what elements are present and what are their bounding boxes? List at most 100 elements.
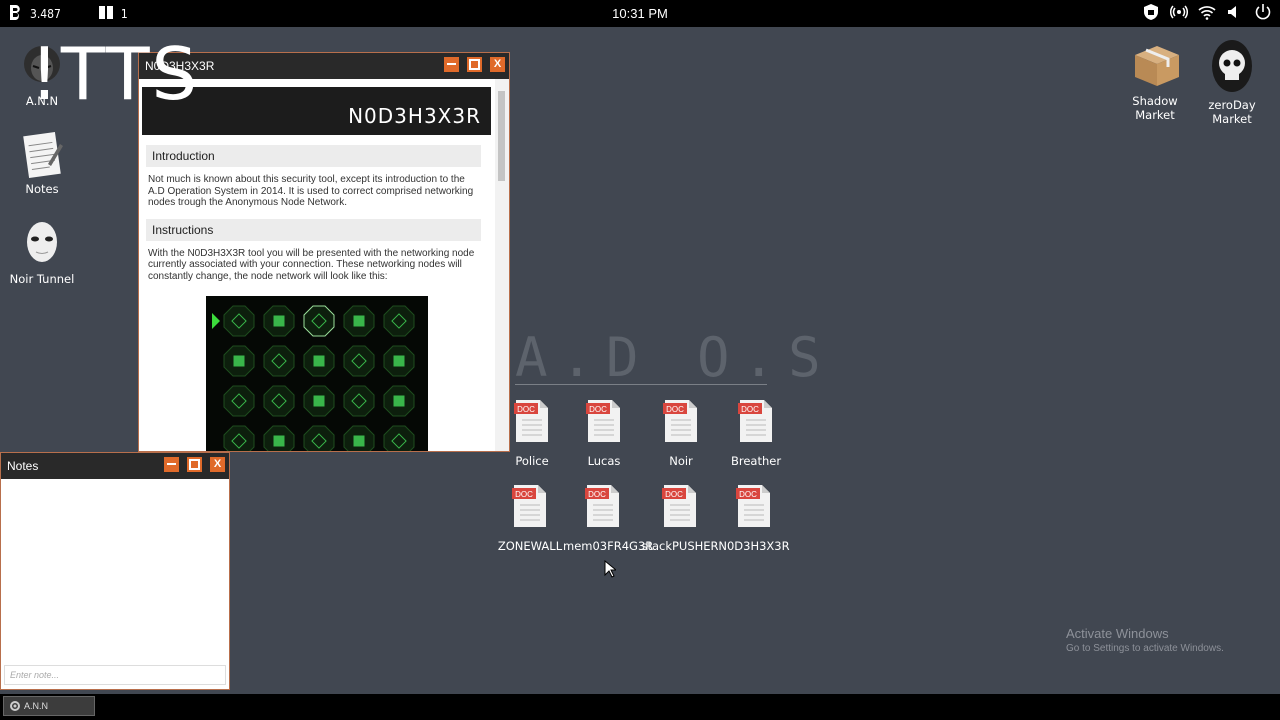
taskbar-item-label: A.N.N <box>24 701 49 711</box>
doc-file-icon: DOC <box>585 483 621 529</box>
maximize-button[interactable] <box>467 57 482 72</box>
skull-icon <box>1208 38 1256 94</box>
network-node <box>263 385 294 417</box>
ados-logo: A.D O.S <box>515 326 834 389</box>
doc-file-icon: DOC <box>736 483 772 529</box>
minimize-button[interactable] <box>164 457 179 472</box>
doc-badge: DOC <box>666 405 684 414</box>
notes-window: Notes X Enter note... <box>0 452 230 690</box>
document-icon[interactable]: DOC Police <box>492 398 572 468</box>
network-node <box>343 345 374 377</box>
close-button[interactable]: X <box>490 57 505 72</box>
doc-badge: DOC <box>739 490 757 499</box>
doc-file-icon: DOC <box>512 483 548 529</box>
doc-file-icon: DOC <box>738 398 774 444</box>
doc-badge: DOC <box>515 490 533 499</box>
section-body-instructions: With the N0D3H3X3R tool you will be pres… <box>148 247 475 282</box>
taskbar-item-ann[interactable]: A.N.N <box>3 696 95 716</box>
document-content: N0D3H3X3R Introduction Not much is known… <box>139 79 495 451</box>
network-node <box>303 305 334 337</box>
doc-file-icon: DOC <box>514 398 550 444</box>
network-node <box>343 425 374 451</box>
desktop-icon-label: Notes <box>25 182 59 196</box>
desktop-icon-label: Noir Tunnel <box>9 272 75 286</box>
doc-badge: DOC <box>589 405 607 414</box>
broadcast-icon[interactable] <box>1170 3 1188 26</box>
document-label: Lucas <box>587 454 621 468</box>
network-node <box>223 305 254 337</box>
document-label: ZONEWALL <box>497 539 563 553</box>
document-icon[interactable]: DOC N0D3H3X3R <box>714 483 794 553</box>
network-node <box>343 385 374 417</box>
banner-title: N0D3H3X3R <box>348 104 481 128</box>
doc-badge: DOC <box>588 490 606 499</box>
section-heading-introduction: Introduction <box>146 145 481 167</box>
clock: 10:31 PM <box>612 6 668 21</box>
notepad-icon <box>18 130 66 179</box>
section-body-introduction: Not much is known about this security to… <box>148 174 474 208</box>
desktop-icon-notes[interactable]: Notes <box>2 130 82 196</box>
notes-body[interactable]: Enter note... <box>1 479 229 689</box>
desktop-icon-noir-tunnel[interactable]: Noir Tunnel <box>2 220 82 286</box>
network-node <box>223 385 254 417</box>
document-icon[interactable]: DOC Lucas <box>564 398 644 468</box>
network-node <box>383 385 414 417</box>
activate-windows-title: Activate Windows <box>1066 626 1169 641</box>
network-node <box>303 425 334 451</box>
document-icon[interactable]: DOC stackPUSHER <box>640 483 720 553</box>
doc-file-icon: DOC <box>586 398 622 444</box>
doc-badge: DOC <box>741 405 759 414</box>
window-title: Notes <box>7 459 39 473</box>
activate-windows-subtitle: Go to Settings to activate Windows. <box>1066 643 1224 654</box>
document-label: Noir <box>669 454 693 468</box>
wifi-icon[interactable] <box>1198 3 1216 26</box>
document-icon[interactable]: DOC Noir <box>641 398 721 468</box>
logo-underline <box>515 384 767 385</box>
document-icon[interactable]: DOC Breather <box>716 398 796 468</box>
overlay-text: !TTS <box>30 32 200 116</box>
scrollbar-thumb[interactable] <box>498 91 505 181</box>
doc-file-icon: DOC <box>662 483 698 529</box>
shield-icon[interactable] <box>1142 3 1160 26</box>
document-label: mem03FR4G3R <box>563 539 654 553</box>
minimize-button[interactable] <box>444 57 459 72</box>
maximize-button[interactable] <box>187 457 202 472</box>
mouse-cursor-icon <box>604 559 618 583</box>
power-icon[interactable] <box>1254 3 1272 26</box>
doc-file-icon: DOC <box>663 398 699 444</box>
network-node <box>343 305 374 337</box>
top-bar: 3.487 1 10:31 PM <box>0 0 1280 27</box>
document-icon[interactable]: DOC mem03FR4G3R <box>563 483 654 553</box>
document-label: N0D3H3X3R <box>718 539 790 553</box>
scrollbar[interactable] <box>495 79 509 451</box>
desktop-icon-label: zeroDay Market <box>1208 98 1256 126</box>
document-label: Breather <box>730 454 782 468</box>
doc-badge: DOC <box>665 490 683 499</box>
node-network-image <box>205 296 428 451</box>
start-arrow-icon <box>211 313 220 329</box>
network-node <box>303 385 334 417</box>
desktop-icon-label: Shadow Market <box>1132 94 1178 122</box>
document-label: stackPUSHER <box>641 539 719 553</box>
gear-icon <box>9 700 21 714</box>
network-node <box>223 425 254 451</box>
network-node <box>383 345 414 377</box>
window-titlebar[interactable]: Notes X <box>1 453 229 479</box>
network-node <box>383 305 414 337</box>
desktop-icon-zeroday-market[interactable]: zeroDay Market <box>1192 38 1272 126</box>
network-node <box>383 425 414 451</box>
volume-icon[interactable] <box>1226 3 1244 26</box>
close-button[interactable]: X <box>210 457 225 472</box>
network-node <box>263 305 294 337</box>
white-mask-icon <box>18 220 66 268</box>
section-heading-instructions: Instructions <box>146 218 481 241</box>
network-node <box>223 345 254 377</box>
network-node <box>263 425 294 451</box>
doc-badge: DOC <box>517 405 535 414</box>
note-input[interactable]: Enter note... <box>4 665 226 685</box>
taskbar: A.N.N <box>0 694 1280 720</box>
package-box-icon <box>1131 42 1179 90</box>
network-node <box>303 345 334 377</box>
document-icon[interactable]: DOC ZONEWALL <box>490 483 570 553</box>
desktop-icon-shadow-market[interactable]: Shadow Market <box>1115 42 1195 122</box>
